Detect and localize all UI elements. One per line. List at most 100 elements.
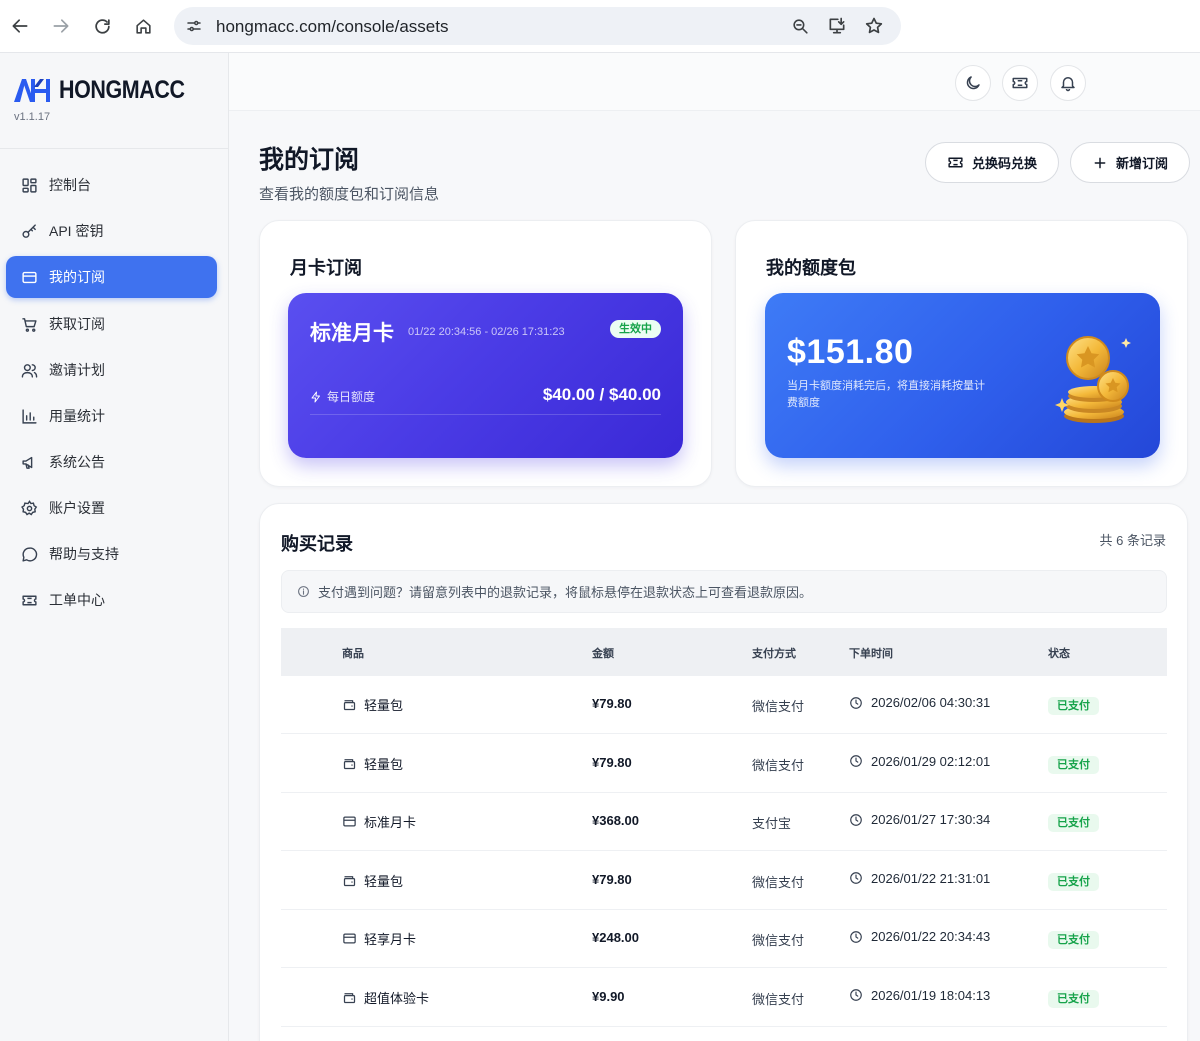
brand-logo[interactable]: HONGMACC [12, 73, 205, 107]
address-bar[interactable]: hongmacc.com/console/assets [174, 7, 901, 45]
sidebar-item-label: 控制台 [49, 177, 91, 193]
amount-cell: ¥79.80 [592, 754, 632, 770]
payment-method-cell: 微信支付 [752, 874, 805, 890]
order-time-cell: 2026/01/22 21:31:01 [849, 871, 990, 886]
sidebar-item-invite[interactable]: 邀请计划 [6, 349, 217, 391]
sidebar-item-api-keys[interactable]: API 密钥 [6, 210, 217, 252]
product-cell: 轻量包 [342, 695, 403, 714]
daily-quota-label: 每日额度 [310, 388, 375, 405]
clock-icon [849, 754, 863, 768]
add-subscription-button[interactable]: 新增订阅 [1070, 142, 1190, 183]
payment-method-cell: 微信支付 [752, 991, 805, 1007]
daily-quota-text: 每日额度 [327, 390, 376, 404]
sidebar-item-label: 获取订阅 [49, 316, 105, 332]
chat-icon [20, 545, 38, 563]
table-row[interactable]: 标准月卡 ¥368.00 支付宝 2026/01/27 17:30:34 已支付 [281, 793, 1167, 851]
product-cell: 轻量包 [342, 871, 403, 890]
sidebar-item-usage[interactable]: 用量统计 [6, 395, 217, 437]
sidebar-divider [0, 148, 229, 149]
sidebar-item-tickets[interactable]: 工单中心 [6, 579, 217, 621]
status-badge[interactable]: 已支付 [1048, 697, 1099, 715]
quota-card: $151.80 当月卡额度消耗完后，将直接消耗按量计费额度 [765, 293, 1160, 458]
home-button[interactable] [129, 12, 157, 40]
browser-toolbar: hongmacc.com/console/assets [0, 0, 1200, 53]
install-app-icon[interactable] [825, 14, 849, 38]
sidebar-item-announcements[interactable]: 系统公告 [6, 441, 217, 483]
cart-icon [20, 315, 38, 333]
order-time-cell: 2026/01/22 20:34:43 [849, 929, 990, 944]
moon-icon [966, 76, 980, 90]
key-icon [20, 222, 38, 240]
status-badge: 生效中 [610, 320, 661, 338]
subscription-card[interactable]: 标准月卡 01/22 20:34:56 - 02/26 17:31:23 生效中… [288, 293, 683, 458]
records-count: 共 6 条记录 [1099, 533, 1166, 548]
amount-cell: ¥368.00 [592, 813, 639, 828]
sidebar-item-my-subscription[interactable]: 我的订阅 [6, 256, 217, 298]
sidebar-item-account-settings[interactable]: 账户设置 [6, 487, 217, 529]
version-label: v1.1.17 [14, 111, 51, 123]
plan-date-range: 01/22 20:34:56 - 02/26 17:31:23 [408, 326, 565, 338]
status-badge[interactable]: 已支付 [1048, 989, 1099, 1008]
order-time-text: 2026/01/19 18:04:13 [871, 987, 991, 1003]
clock-icon [849, 930, 863, 944]
status-badge[interactable]: 已支付 [1048, 814, 1099, 832]
sidebar-item-label: 系统公告 [49, 454, 105, 470]
reload-button[interactable] [88, 12, 116, 40]
back-button[interactable] [6, 12, 34, 40]
url-text[interactable]: hongmacc.com/console/assets [216, 17, 448, 37]
tickets-button[interactable] [1002, 65, 1038, 101]
product-cell: 轻量包 [342, 754, 403, 773]
column-time[interactable]: 下单时间 [849, 645, 893, 661]
payment-notice: 支付遇到问题？请留意列表中的退款记录，将鼠标悬停在退款状态上可查看退款原因。 [281, 570, 1167, 613]
amount-cell: ¥248.00 [592, 930, 639, 945]
product-name: 标准月卡 [364, 815, 417, 830]
table-header: 商品 金额 支付方式 下单时间 状态 [281, 628, 1167, 676]
notifications-button[interactable] [1050, 65, 1086, 101]
sidebar-item-label: 帮助与支持 [49, 546, 119, 562]
table-row[interactable]: 超值体验卡 ¥9.90 微信支付 2026/01/19 18:04:13 已支付 [281, 969, 1167, 1027]
sidebar-item-dashboard[interactable]: 控制台 [6, 164, 217, 206]
product-cell: 轻享月卡 [342, 929, 416, 948]
column-product[interactable]: 商品 [342, 645, 364, 661]
table-row[interactable]: 轻享月卡 ¥248.00 微信支付 2026/01/22 20:34:43 已支付 [281, 910, 1167, 968]
quota-panel-title: 我的额度包 [766, 258, 856, 278]
product-name: 超值体验卡 [364, 990, 430, 1006]
card-icon [342, 814, 357, 829]
users-icon [20, 361, 38, 379]
table-row[interactable]: 轻量包 ¥79.80 微信支付 2026/01/29 02:12:01 已支付 [281, 735, 1167, 793]
order-time-cell: 2026/01/19 18:04:13 [849, 988, 990, 1003]
sidebar-item-get-subscription[interactable]: 获取订阅 [6, 303, 217, 345]
order-time-text: 2026/01/27 17:30:34 [871, 812, 991, 827]
lightning-icon [311, 391, 320, 402]
status-badge[interactable]: 已支付 [1048, 872, 1099, 891]
payment-notice-text: 支付遇到问题？请留意列表中的退款记录，将鼠标悬停在退款状态上可查看退款原因。 [318, 585, 813, 600]
theme-toggle-button[interactable] [955, 65, 991, 101]
amount-cell: ¥9.90 [592, 988, 625, 1004]
amount-cell: ¥79.80 [592, 871, 632, 887]
product-cell: 标准月卡 [342, 812, 416, 831]
column-payment[interactable]: 支付方式 [752, 645, 796, 661]
status-badge[interactable]: 已支付 [1048, 755, 1099, 774]
table-row[interactable]: 轻量包 ¥79.80 微信支付 2026/02/06 04:30:31 已支付 [281, 676, 1167, 734]
sidebar-item-help[interactable]: 帮助与支持 [6, 533, 217, 575]
clock-icon [849, 871, 863, 885]
forward-button[interactable] [47, 12, 75, 40]
table-row[interactable]: 轻量包 ¥79.80 微信支付 2026/01/22 21:31:01 已支付 [281, 852, 1167, 910]
home-icon [135, 18, 151, 34]
status-badge[interactable]: 已支付 [1048, 931, 1099, 949]
order-time-text: 2026/01/22 20:34:43 [871, 929, 991, 944]
order-time-text: 2026/01/22 21:31:01 [871, 870, 991, 886]
redeem-code-button[interactable]: 兑换码兑换 [925, 142, 1059, 183]
column-amount[interactable]: 金额 [592, 645, 614, 661]
card-divider [310, 414, 661, 415]
coins-icon [1055, 336, 1131, 423]
product-name: 轻量包 [364, 698, 404, 713]
page-subtitle: 查看我的额度包和订阅信息 [259, 186, 440, 203]
product-name: 轻享月卡 [364, 932, 417, 947]
quota-amount: $151.80 [787, 333, 914, 371]
column-status[interactable]: 状态 [1048, 645, 1070, 661]
bookmark-star-icon[interactable] [862, 14, 886, 38]
zoom-icon[interactable] [788, 14, 812, 38]
sidebar: HONGMACC v1.1.17 控制台 API 密钥 我的订阅 获取订阅 邀请… [0, 53, 229, 1041]
site-settings-icon[interactable] [182, 14, 206, 38]
